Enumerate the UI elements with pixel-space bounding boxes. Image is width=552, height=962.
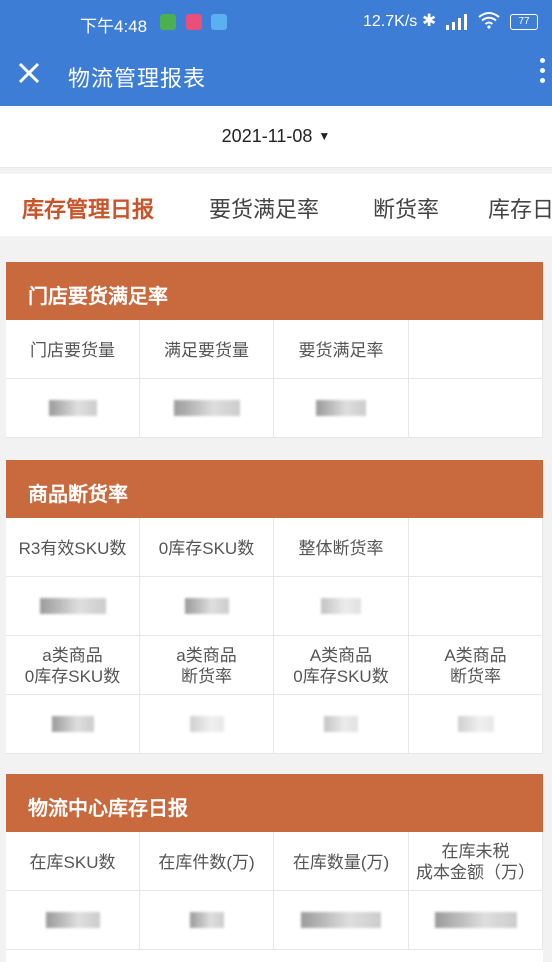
value-cell-redacted [274,695,409,754]
header-cell: 在库未税 成本金额（万） [409,832,543,891]
tab-inventory-daily[interactable]: 库存管理日报 [22,192,154,224]
store-fill-table: 门店要货量 满足要货量 要货满足率 [6,320,543,438]
header-cell: A类商品 断货率 [409,636,543,695]
network-speed: 12.7K/s [363,13,418,30]
battery-icon: 77 [510,14,538,30]
tab-stockout-rate[interactable]: 断货率 [373,192,439,224]
more-vertical-icon[interactable] [538,58,546,90]
page-title: 物流管理报表 [68,66,207,91]
stockout-table: R3有效SKU数 0库存SKU数 整体断货率 a类商品 0库存SKU数 a类商品断… [6,518,543,754]
header-cell: 整体断货率 [274,518,409,577]
app-bar: 物流管理报表 [0,44,552,106]
value-cell-redacted [140,695,274,754]
logistics-table: 在库SKU数 在库件数(万) 在库数量(万) 在库未税 成本金额（万） [6,832,543,962]
status-time: 下午4:48 [80,17,148,36]
header-cell: 在库SKU数 [6,832,140,891]
section-header-stockout: 商品断货率 [6,460,543,518]
value-cell-redacted [6,695,140,754]
value-cell-empty [409,379,543,438]
header-cell: a类商品 断货率 [140,636,274,695]
app-pink-icon [186,14,202,30]
caret-down-icon: ▼ [318,129,331,143]
value-cell-redacted [6,891,140,950]
app-green-icon [160,14,176,30]
header-cell: 满足要货量 [140,320,274,379]
app-blue-icon [211,14,227,30]
value-cell-redacted [6,379,140,438]
header-cell: 门店要货量 [6,320,140,379]
section-header-store-fill: 门店要货满足率 [6,262,543,320]
value-cell-redacted [6,577,140,636]
tab-fill-rate[interactable]: 要货满足率 [209,192,319,224]
header-cell: A类商品 0库存SKU数 [274,636,409,695]
date-selector[interactable]: 2021-11-08 ▼ [0,126,552,147]
section-header-logistics: 物流中心库存日报 [6,774,543,832]
header-cell: 0库存SKU数 [140,518,274,577]
bluetooth-icon: ✱ [422,11,437,30]
header-cell: R3有效SKU数 [6,518,140,577]
header-cell-empty [409,518,543,577]
value-cell-redacted [274,577,409,636]
value-cell-redacted [274,379,409,438]
status-bar: 下午4:48 12.7K/s ✱ 77 [0,0,552,44]
tab-bar: 库存管理日报 要货满足率 断货率 库存日 [0,174,552,236]
header-cell: 要货满足率 [274,320,409,379]
header-cell-empty [409,320,543,379]
value-cell-redacted [274,891,409,950]
value-cell-redacted [140,891,274,950]
tab-inventory-day[interactable]: 库存日 [488,192,552,224]
signal-icon [446,14,467,30]
value-cell-redacted [140,577,274,636]
date-bar: 2021-11-08 ▼ [0,106,552,168]
header-cell: 在库件数(万) [140,832,274,891]
date-value: 2021-11-08 [221,126,313,146]
header-cell: a类商品 0库存SKU数 [6,636,140,695]
wifi-icon [478,12,500,29]
value-cell-empty [409,577,543,636]
value-cell-redacted [409,891,543,950]
value-cell-redacted [409,695,543,754]
value-cell-redacted [140,379,274,438]
header-cell: 在库数量(万) [274,832,409,891]
close-icon[interactable] [14,58,44,88]
